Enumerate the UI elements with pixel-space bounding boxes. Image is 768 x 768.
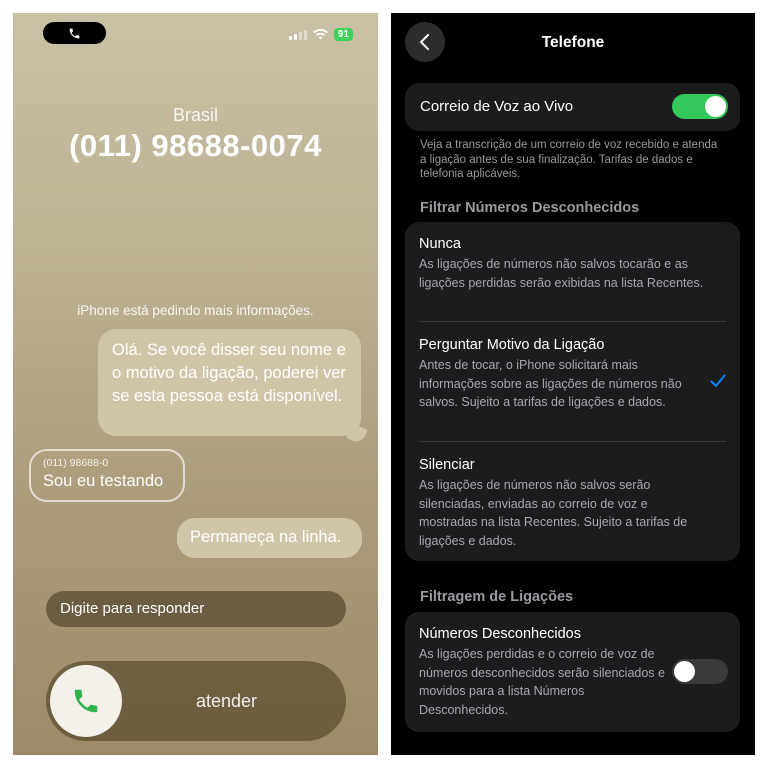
answer-knob[interactable] xyxy=(50,665,122,737)
option-never[interactable]: Nunca As ligações de números não salvos … xyxy=(419,236,709,292)
unknown-numbers-description: As ligações perdidas e o correio de voz … xyxy=(419,647,665,717)
option-never-description: As ligações de números não salvos tocarã… xyxy=(419,257,704,290)
unknown-numbers-text: Números Desconhecidos As ligações perdid… xyxy=(419,626,669,719)
option-silence-title: Silenciar xyxy=(419,457,475,473)
filter-unknown-header: Filtrar Números Desconhecidos xyxy=(420,200,640,216)
option-never-title: Nunca xyxy=(419,236,461,252)
phone-answer-icon xyxy=(74,689,98,713)
phone-icon xyxy=(69,28,80,38)
option-silence-description: As ligações de números não salvos serão … xyxy=(419,478,688,548)
live-voicemail-footer: Veja a transcrição de um correio de voz … xyxy=(420,139,718,180)
phone-settings-screen: Telefone Correio de Voz ao Vivo Veja a t… xyxy=(391,13,755,755)
answer-slider[interactable]: atender xyxy=(46,661,346,741)
screening-info-text: iPhone está pedindo mais informações. xyxy=(77,303,314,318)
page-title: Telefone xyxy=(541,34,605,51)
checkmark-icon xyxy=(710,374,726,387)
wifi-icon xyxy=(313,29,328,40)
option-ask-reason[interactable]: Perguntar Motivo da Ligação Antes de toc… xyxy=(419,337,709,412)
status-bar: 91 xyxy=(288,28,353,41)
iphone-prompt-bubble: Olá. Se você disser seu nome e o motivo … xyxy=(98,329,361,436)
reply-input[interactable]: Digite para responder xyxy=(46,591,346,627)
caller-reply-text: Sou eu testando xyxy=(43,472,164,490)
answer-label: atender xyxy=(196,691,258,711)
caller-number: (011) 98688-0074 xyxy=(69,128,322,163)
battery-indicator: 91 xyxy=(333,28,353,41)
filter-unknown-options: Nunca As ligações de números não salvos … xyxy=(405,222,740,561)
call-filtering-header: Filtragem de Ligações xyxy=(420,589,574,605)
unknown-numbers-toggle[interactable] xyxy=(672,659,728,684)
caller-reply-bubble: (011) 98688-0 Sou eu testando xyxy=(29,449,185,502)
caller-country: Brasil xyxy=(172,105,218,125)
live-voicemail-label: Correio de Voz ao Vivo xyxy=(420,98,574,115)
divider xyxy=(419,321,726,322)
unknown-numbers-title: Números Desconhecidos xyxy=(419,626,581,642)
iphone-hold-bubble: Permaneça na linha. xyxy=(177,518,362,558)
option-ask-reason-description: Antes de tocar, o iPhone solicitará mais… xyxy=(419,358,682,409)
divider xyxy=(419,441,726,442)
signal-icon xyxy=(288,29,307,40)
live-voicemail-row[interactable]: Correio de Voz ao Vivo xyxy=(405,83,740,131)
caller-reply-from: (011) 98688-0 xyxy=(43,457,109,469)
live-voicemail-toggle[interactable] xyxy=(672,94,728,119)
option-silence[interactable]: Silenciar As ligações de números não sal… xyxy=(419,457,709,550)
incoming-call-screen: 91 Brasil (011) 98688-0074 iPhone está p… xyxy=(13,13,378,755)
call-indicator-pill[interactable] xyxy=(43,22,106,44)
unknown-numbers-row[interactable]: Números Desconhecidos As ligações perdid… xyxy=(405,612,740,732)
option-ask-reason-title: Perguntar Motivo da Ligação xyxy=(419,337,605,353)
